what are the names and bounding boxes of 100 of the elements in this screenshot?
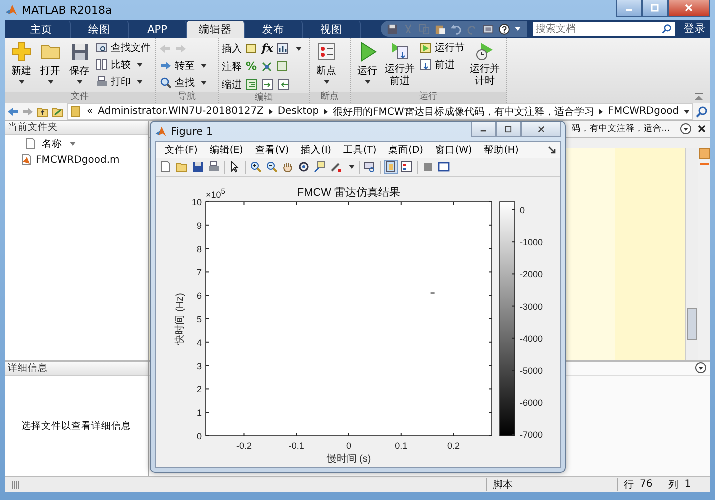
run-advance-icon	[390, 42, 410, 62]
magnifier-icon	[160, 77, 172, 89]
paste-icon[interactable]	[435, 24, 446, 34]
go-to-button[interactable]: 转至	[159, 58, 208, 74]
dock-arrow-icon[interactable]	[548, 146, 556, 154]
login-button[interactable]: 登录	[680, 22, 710, 36]
chart-icon[interactable]	[277, 42, 290, 54]
link-plot-icon[interactable]	[364, 161, 376, 173]
comment-button[interactable]: %	[246, 60, 258, 73]
indent-icon[interactable]	[262, 78, 274, 90]
folder-icon[interactable]	[176, 161, 188, 173]
path-segment[interactable]: 很好用的FMCW雷达目标成像代码，有中文注释，适合学习	[333, 104, 594, 118]
caret-icon[interactable]	[515, 27, 521, 31]
script-file-icon	[21, 154, 33, 166]
separator-arrow-icon	[599, 108, 604, 114]
collapse-icon[interactable]	[694, 93, 704, 101]
window-icon[interactable]	[438, 161, 450, 173]
menu-item[interactable]: 文件(F)	[160, 144, 203, 156]
menu-item[interactable]: 帮助(H)	[479, 144, 524, 156]
path-segment[interactable]: FMCWRDgood	[608, 106, 680, 117]
menu-item[interactable]: 插入(I)	[296, 144, 336, 156]
y-tick-label: 4	[196, 338, 202, 348]
close-button[interactable]	[668, 0, 710, 17]
save-icon[interactable]	[387, 24, 398, 34]
breakpoints-button[interactable]: 断点	[313, 40, 340, 92]
legend-icon[interactable]	[401, 161, 413, 173]
colorbar-tick-label: -5000	[520, 366, 544, 376]
square-icon[interactable]	[422, 161, 434, 173]
menu-item[interactable]: 编辑(E)	[204, 144, 248, 156]
y-tick-label: 1	[196, 408, 202, 418]
zoom-out-icon[interactable]	[266, 161, 278, 173]
advance-button[interactable]: 前进	[419, 57, 466, 73]
caret-icon	[18, 80, 24, 84]
search-field[interactable]: 搜索文档	[533, 22, 675, 36]
data-cursor-icon[interactable]	[314, 161, 326, 173]
path-segment[interactable]: Desktop	[278, 106, 320, 117]
run-and-time-button[interactable]: 运行并计时	[468, 40, 502, 92]
help-icon[interactable]	[499, 24, 510, 34]
menu-item[interactable]: 工具(T)	[338, 144, 382, 156]
run-timer-icon	[475, 42, 495, 62]
menu-item[interactable]: 窗口(W)	[430, 144, 478, 156]
options-icon[interactable]	[680, 123, 692, 135]
new-figure-icon[interactable]	[160, 161, 172, 173]
maximize-button[interactable]	[642, 0, 668, 17]
ribbon-tab[interactable]: 编辑器	[187, 21, 245, 38]
undo-icon[interactable]	[451, 24, 462, 34]
printer-icon[interactable]	[208, 161, 220, 173]
save-button[interactable]: 保存	[66, 40, 93, 92]
caret-icon[interactable]	[296, 46, 302, 50]
browse-folder-icon[interactable]	[52, 106, 64, 118]
search-icon[interactable]	[696, 106, 708, 118]
separator-arrow-icon	[268, 108, 273, 114]
path-field[interactable]: « Administrator.WIN7U-20180127Z Desktop 很好用的FMCW雷达目标成像代码，有中文注释，适合学习 FMCWRDgood	[67, 103, 693, 120]
maximize-button[interactable]	[496, 122, 521, 137]
close-icon	[536, 126, 546, 132]
path-segment[interactable]: Administrator.WIN7U-20180127Z	[98, 106, 264, 117]
run-and-advance-button[interactable]: 运行并前进	[383, 40, 417, 92]
insert-function-button[interactable]: fx	[262, 42, 274, 55]
editor-tab-title[interactable]: 码，有中文注释，适合...	[572, 123, 670, 135]
path-overflow[interactable]: «	[87, 106, 94, 117]
group-label: 导航	[156, 92, 218, 103]
column-label: 列	[668, 478, 679, 492]
folder-search-icon	[96, 42, 108, 54]
colorbar-tick-label: 0	[520, 206, 526, 216]
pointer-icon[interactable]	[229, 161, 241, 173]
caret-icon[interactable]	[349, 165, 355, 169]
windows-icon[interactable]	[483, 24, 494, 34]
caret-icon	[76, 80, 82, 84]
menu-item[interactable]: 桌面(D)	[384, 144, 428, 156]
compare-button[interactable]: 比较	[95, 57, 152, 73]
options-icon[interactable]	[695, 362, 707, 374]
open-button[interactable]: 打开	[37, 40, 64, 92]
minimize-button[interactable]	[616, 0, 642, 17]
rotate-icon[interactable]	[298, 161, 310, 173]
y-tick-label: 0	[196, 432, 202, 442]
print-button[interactable]: 打印	[95, 74, 152, 90]
back-arrow-icon[interactable]	[7, 106, 19, 118]
run-section-button[interactable]: 运行节	[419, 40, 466, 56]
outdent-icon[interactable]	[278, 78, 290, 90]
up-folder-icon[interactable]	[37, 106, 49, 118]
menu-item[interactable]: 查看(V)	[250, 144, 294, 156]
close-icon[interactable]	[696, 123, 708, 135]
insert-section-icon[interactable]	[246, 42, 258, 54]
close-button[interactable]	[521, 122, 561, 137]
smart-indent-icon[interactable]	[246, 78, 258, 90]
hand-icon[interactable]	[282, 161, 294, 173]
column-header[interactable]: 名称	[5, 135, 148, 153]
x-axis-label: 慢时间 (s)	[326, 454, 372, 465]
panel-header: 详细信息	[5, 362, 148, 376]
new-button[interactable]: 新建	[8, 40, 35, 92]
colorbar-tick-label: -7000	[520, 430, 544, 440]
find-button[interactable]: 查找	[159, 75, 208, 91]
zoom-in-icon[interactable]	[250, 161, 262, 173]
brush-icon[interactable]	[330, 161, 342, 173]
run-button[interactable]: 运行	[354, 40, 381, 92]
file-item[interactable]: FMCWRDgood.m	[5, 153, 148, 167]
find-files-button[interactable]: 查找文件	[95, 40, 152, 56]
colorbar-toggle-icon[interactable]	[385, 161, 397, 173]
file-type: 脚本	[486, 478, 617, 491]
dropdown-caret-icon[interactable]	[684, 110, 690, 114]
